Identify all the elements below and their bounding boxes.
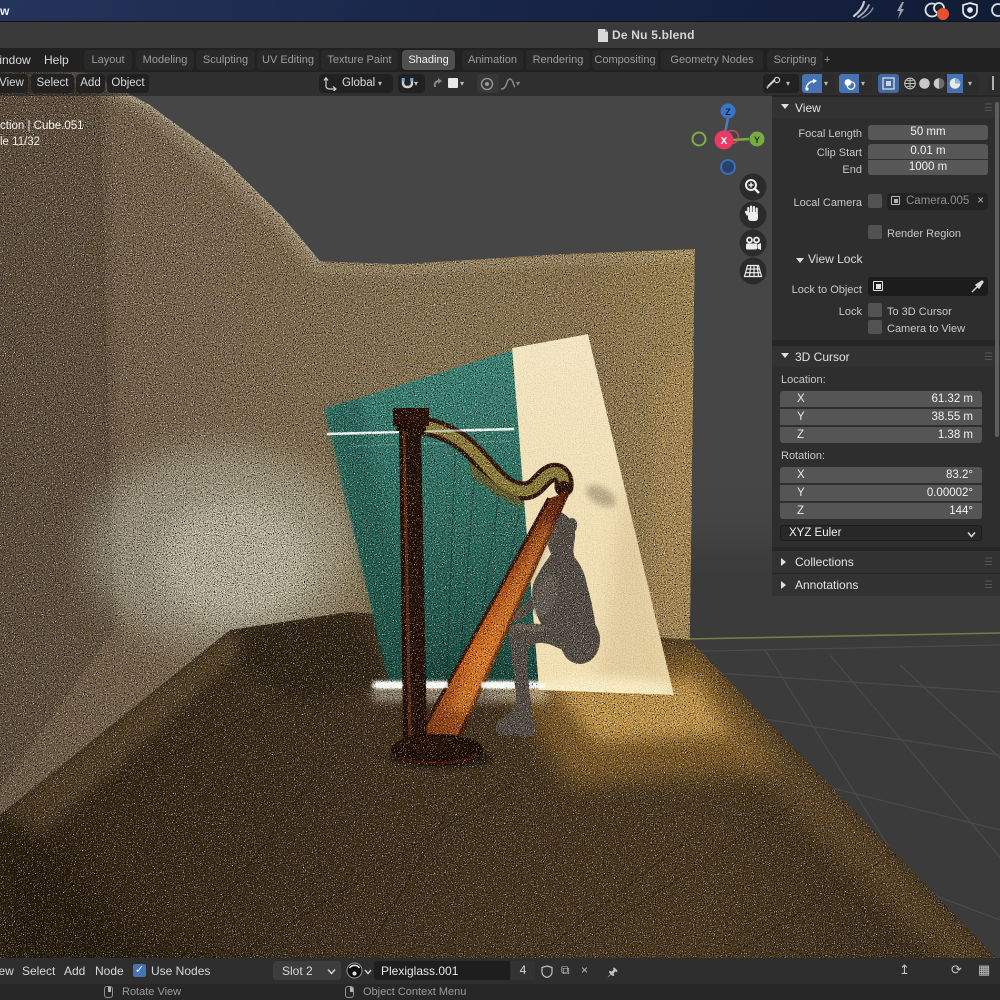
- svg-text:le 11/32: le 11/32: [0, 136, 40, 148]
- svg-text:Y: Y: [754, 135, 760, 145]
- svg-text:ction | Cube.051: ction | Cube.051: [0, 120, 84, 132]
- svg-text:X: X: [721, 136, 728, 147]
- svg-text:Z: Z: [725, 107, 731, 117]
